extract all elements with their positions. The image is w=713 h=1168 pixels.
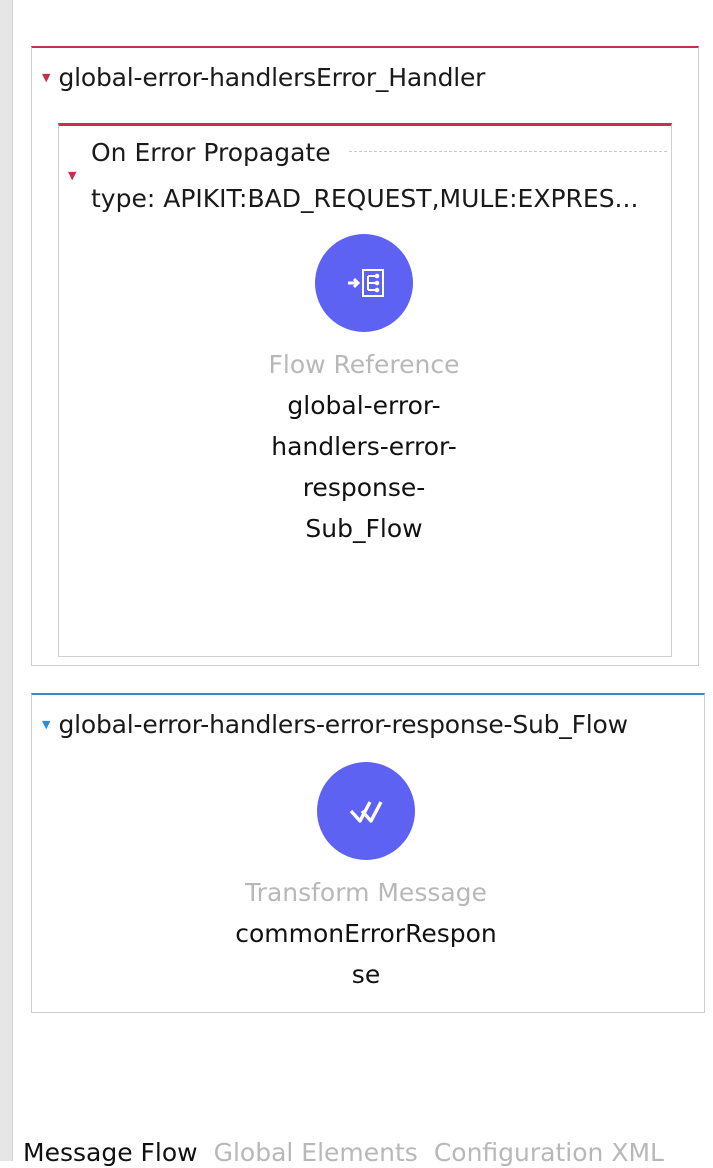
dashed-divider	[349, 151, 667, 152]
error-handler-header[interactable]: ▼ global-error-handlersError_Handler	[32, 48, 698, 106]
left-gutter	[0, 0, 13, 1161]
tab-global-elements[interactable]: Global Elements	[214, 1138, 418, 1168]
transform-type-label: Transform Message	[245, 878, 487, 907]
sub-flow-header[interactable]: ▼ global-error-handlers-error-response-S…	[32, 695, 704, 753]
dataweave-icon[interactable]	[317, 762, 415, 860]
editor-tabs: Message Flow Global Elements Configurati…	[23, 1138, 664, 1168]
collapse-caret-icon[interactable]: ▼	[42, 719, 50, 730]
flow-reference-name: global-error-handlers-error-response-Sub…	[271, 391, 457, 543]
on-error-propagate-title: On Error Propagate	[91, 138, 331, 167]
sub-flow-title: global-error-handlers-error-response-Sub…	[58, 709, 628, 739]
tab-message-flow[interactable]: Message Flow	[23, 1138, 198, 1168]
transform-message-component[interactable]: Transform Message commonErrorResponse	[235, 762, 497, 995]
transform-name: commonErrorResponse	[235, 919, 497, 989]
tab-configuration-xml[interactable]: Configuration XML	[434, 1138, 664, 1168]
error-handler-title: global-error-handlersError_Handler	[58, 62, 486, 92]
flow-reference-component[interactable]: Flow Reference global-error-handlers-err…	[234, 234, 494, 549]
flow-reference-type-label: Flow Reference	[268, 350, 460, 379]
collapse-caret-icon[interactable]: ▼	[42, 72, 50, 83]
collapse-caret-icon[interactable]: ▼	[68, 169, 76, 182]
on-error-type: type: APIKIT:BAD_REQUEST,MULE:EXPRES...	[91, 184, 639, 213]
flow-reference-icon[interactable]	[315, 234, 413, 332]
